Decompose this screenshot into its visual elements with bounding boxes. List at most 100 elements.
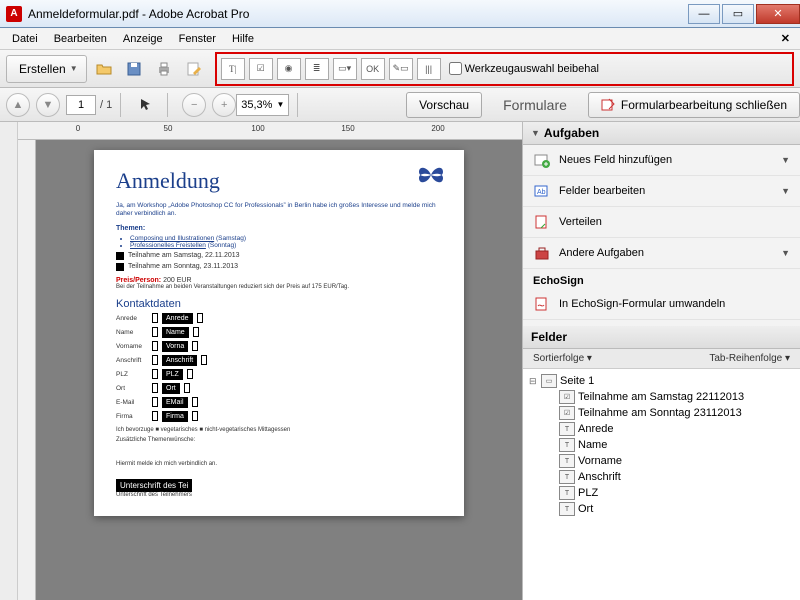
page-down-button[interactable]: ▼ bbox=[36, 93, 60, 117]
ruler-mark: 50 bbox=[164, 124, 173, 133]
form-field-handle[interactable] bbox=[187, 369, 193, 379]
form-field-handle[interactable] bbox=[192, 397, 198, 407]
attend-saturday-row: Teilnahme am Samstag, 22.11.2013 bbox=[116, 252, 442, 260]
barcode-tool[interactable]: ||| bbox=[417, 58, 441, 80]
form-field-handle[interactable] bbox=[192, 341, 198, 351]
fields-panel-header[interactable]: Felder bbox=[523, 326, 800, 349]
forms-tab[interactable]: Formulare bbox=[490, 92, 580, 118]
form-field-handle[interactable] bbox=[184, 383, 190, 393]
form-field-handle[interactable] bbox=[152, 369, 158, 379]
menu-anzeige[interactable]: Anzeige bbox=[117, 31, 169, 47]
maximize-button[interactable]: ▭ bbox=[722, 4, 754, 24]
menu-hilfe[interactable]: Hilfe bbox=[226, 31, 260, 47]
form-field-handle[interactable] bbox=[152, 341, 158, 351]
fields-tree[interactable]: ⊟ ▭ Seite 1 ☑Teilnahme am Samstag 221120… bbox=[523, 369, 800, 600]
menu-close-x[interactable]: ✕ bbox=[771, 32, 800, 45]
open-file-button[interactable] bbox=[91, 56, 117, 82]
ruler-mark: 0 bbox=[76, 124, 80, 133]
ruler-mark: 200 bbox=[431, 124, 444, 133]
task-distribute[interactable]: Verteilen bbox=[523, 207, 800, 238]
email-field[interactable]: EMail bbox=[162, 397, 188, 408]
vorname-field[interactable]: Vorna bbox=[162, 341, 188, 352]
form-field-handle[interactable] bbox=[152, 327, 158, 337]
menu-datei[interactable]: Datei bbox=[6, 31, 44, 47]
tree-field-item[interactable]: TAnrede bbox=[525, 421, 798, 437]
tree-field-item[interactable]: TAnschrift bbox=[525, 469, 798, 485]
checkbox-field[interactable] bbox=[116, 252, 124, 260]
plz-field[interactable]: PLZ bbox=[162, 369, 183, 380]
page-up-button[interactable]: ▲ bbox=[6, 93, 30, 117]
print-button[interactable] bbox=[151, 56, 177, 82]
close-form-label: Formularbearbeitung schließen bbox=[621, 98, 787, 112]
list-box-tool[interactable]: ≣ bbox=[305, 58, 329, 80]
zoom-out-button[interactable]: − bbox=[182, 93, 206, 117]
task-edit-fields[interactable]: Ab Felder bearbeiten▼ bbox=[523, 176, 800, 207]
signature-field[interactable]: Unterschrift des Tei bbox=[116, 479, 192, 492]
tree-item-label: Name bbox=[578, 439, 607, 451]
tree-field-item[interactable]: TPLZ bbox=[525, 485, 798, 501]
attend-sunday-row: Teilnahme am Sonntag, 23.11.2013 bbox=[116, 263, 442, 271]
tab-order-dropdown[interactable]: Tab-Reihenfolge ▾ bbox=[709, 353, 790, 364]
checkbox-tool[interactable]: ☑ bbox=[249, 58, 273, 80]
button-tool[interactable]: OK bbox=[361, 58, 385, 80]
form-field-handle[interactable] bbox=[152, 383, 158, 393]
page-number-input[interactable] bbox=[66, 95, 96, 115]
dropdown-tool[interactable]: ▭▾ bbox=[333, 58, 357, 80]
keep-tool-checkbox[interactable]: Werkzeugauswahl beibehal bbox=[449, 62, 599, 75]
form-field-handle[interactable] bbox=[197, 313, 203, 323]
preview-button[interactable]: Vorschau bbox=[406, 92, 482, 118]
anrede-field[interactable]: Anrede bbox=[162, 313, 193, 324]
horizontal-ruler: 0 50 100 150 200 bbox=[18, 122, 522, 140]
firma-field[interactable]: Firma bbox=[162, 411, 188, 422]
menu-bearbeiten[interactable]: Bearbeiten bbox=[48, 31, 113, 47]
form-field-handle[interactable] bbox=[193, 327, 199, 337]
sort-order-dropdown[interactable]: Sortierfolge ▾ bbox=[533, 353, 592, 364]
edit-button[interactable] bbox=[181, 56, 207, 82]
tree-field-item[interactable]: ☑Teilnahme am Samstag 22112013 bbox=[525, 389, 798, 405]
task-add-new-field[interactable]: Neues Feld hinzufügen▼ bbox=[523, 145, 800, 176]
keep-tool-check-input[interactable] bbox=[449, 62, 462, 75]
pointer-tool[interactable] bbox=[133, 92, 159, 118]
document-canvas: 0 50 100 150 200 Anmeldung Ja, am Worksh… bbox=[18, 122, 522, 600]
form-field-handle[interactable] bbox=[152, 313, 158, 323]
text-field-tool[interactable]: T| bbox=[221, 58, 245, 80]
chevron-down-icon: ▼ bbox=[781, 186, 790, 196]
page-viewport[interactable]: Anmeldung Ja, am Workshop „Adobe Photosh… bbox=[36, 140, 522, 600]
name-field[interactable]: Name bbox=[162, 327, 189, 338]
ort-field[interactable]: Ort bbox=[162, 383, 180, 394]
form-field-handle[interactable] bbox=[152, 397, 158, 407]
anschrift-field[interactable]: Anschrift bbox=[162, 355, 197, 366]
page-icon: ▭ bbox=[541, 374, 557, 388]
form-field-handle[interactable] bbox=[152, 355, 158, 365]
task-echosign-convert[interactable]: In EchoSign-Formular umwandeln bbox=[523, 289, 800, 320]
minimize-button[interactable]: — bbox=[688, 4, 720, 24]
left-nav-gutter[interactable] bbox=[0, 122, 18, 600]
field-type-icon: ☑ bbox=[559, 390, 575, 404]
close-form-editing-button[interactable]: Formularbearbeitung schließen bbox=[588, 92, 800, 118]
checkbox-field[interactable] bbox=[116, 263, 124, 271]
tree-field-item[interactable]: TVorname bbox=[525, 453, 798, 469]
tree-page-node[interactable]: ⊟ ▭ Seite 1 bbox=[525, 373, 798, 389]
create-button[interactable]: Erstellen ▼ bbox=[6, 55, 87, 83]
tree-field-item[interactable]: TOrt bbox=[525, 501, 798, 517]
field-type-icon: ☑ bbox=[559, 406, 575, 420]
menu-fenster[interactable]: Fenster bbox=[173, 31, 222, 47]
tree-field-item[interactable]: TName bbox=[525, 437, 798, 453]
form-field-handle[interactable] bbox=[201, 355, 207, 365]
form-field-handle[interactable] bbox=[192, 411, 198, 421]
pdf-page[interactable]: Anmeldung Ja, am Workshop „Adobe Photosh… bbox=[94, 150, 464, 516]
tree-toggle-icon[interactable]: ⊟ bbox=[529, 376, 538, 387]
ruler-mark: 150 bbox=[341, 124, 354, 133]
task-other[interactable]: Andere Aufgaben▼ bbox=[523, 238, 800, 269]
save-button[interactable] bbox=[121, 56, 147, 82]
form-field-handle[interactable] bbox=[152, 411, 158, 421]
radio-button-tool[interactable]: ◉ bbox=[277, 58, 301, 80]
ruler-mark: 100 bbox=[251, 124, 264, 133]
close-window-button[interactable]: ✕ bbox=[756, 4, 800, 24]
tree-field-item[interactable]: ☑Teilnahme am Sonntag 23112013 bbox=[525, 405, 798, 421]
zoom-select[interactable]: 35,3% ▼ bbox=[236, 94, 289, 116]
zoom-in-button[interactable]: + bbox=[212, 93, 236, 117]
signature-tool[interactable]: ✎▭ bbox=[389, 58, 413, 80]
tasks-panel-header[interactable]: ▼Aufgaben bbox=[523, 122, 800, 145]
meal-pref-line: Ich bevorzuge ■ vegetarisches ■ nicht-ve… bbox=[116, 427, 442, 433]
